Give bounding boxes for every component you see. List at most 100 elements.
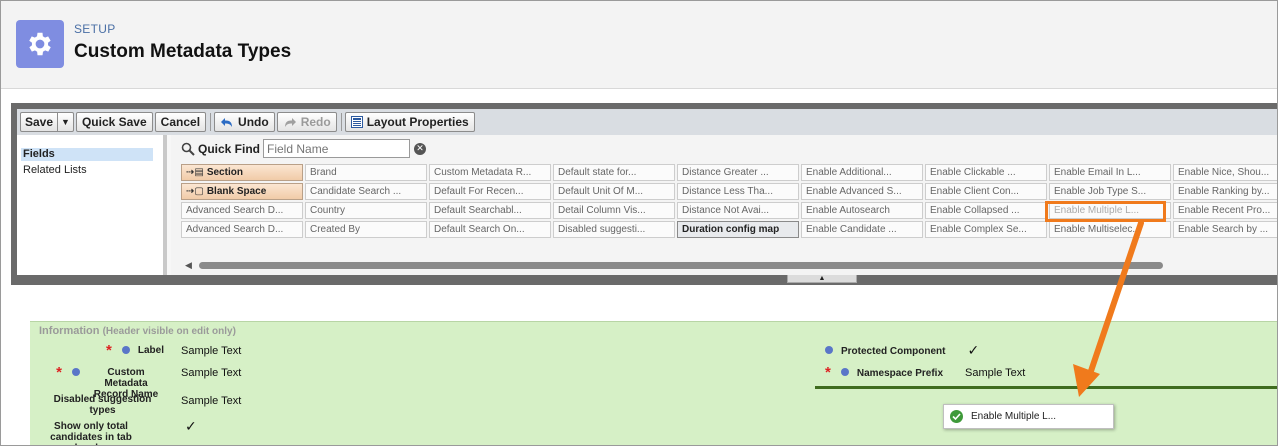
field-row-disabled-suggestion[interactable]: Disabled suggestion types Sample Text — [41, 394, 242, 416]
page-header: SETUP Custom Metadata Types — [1, 1, 1277, 89]
undo-icon — [220, 116, 234, 128]
annotation-highlight-box — [1045, 201, 1166, 222]
palette-field-item[interactable]: Default Unit Of M... — [553, 183, 675, 200]
palette-field-item[interactable]: Enable Ranking by... — [1173, 183, 1277, 200]
editor-toolbar: Save ▼ Quick Save Cancel Undo Redo Layou… — [17, 109, 1277, 135]
palette-field-item[interactable]: Enable Advanced S... — [801, 183, 923, 200]
page-frame: SETUP Custom Metadata Types Save ▼ Quick… — [0, 0, 1278, 446]
palette-field-item[interactable]: Enable Client Con... — [925, 183, 1047, 200]
quick-find: Quick Find ✕ — [181, 139, 427, 158]
save-dropdown-icon[interactable]: ▼ — [58, 113, 73, 131]
palette-field-item[interactable]: Enable Search by ... — [1173, 221, 1277, 238]
required-marker: * — [825, 364, 831, 381]
category-fields[interactable]: Fields — [21, 148, 153, 161]
dragged-field-label: Enable Multiple L... — [971, 411, 1057, 422]
palette-scrollbar[interactable]: ◀ — [185, 260, 1277, 271]
section-title: Information — [39, 325, 100, 337]
palette-field-item[interactable]: Country — [305, 202, 427, 219]
palette-field-item[interactable]: Enable Additional... — [801, 164, 923, 181]
palette-field-item[interactable]: Default Searchabl... — [429, 202, 551, 219]
required-marker: * — [106, 342, 112, 359]
palette-field-item[interactable]: Distance Greater ... — [677, 164, 799, 181]
required-marker: * — [56, 364, 62, 381]
palette-field-item[interactable]: Enable Nice, Shou... — [1173, 164, 1277, 181]
field-row-protected[interactable]: Protected Component ✓ — [825, 342, 980, 359]
palette-field-item[interactable]: Duration config map — [677, 221, 799, 238]
toolbar-separator — [340, 113, 342, 131]
cancel-button[interactable]: Cancel — [154, 112, 207, 132]
properties-icon — [350, 116, 363, 128]
field-row-label[interactable]: * Label Sample Text — [41, 342, 242, 359]
category-list: Fields Related Lists — [17, 135, 167, 275]
layout-properties-label: Layout Properties — [366, 115, 469, 129]
field-label-wrap: * Label — [41, 342, 164, 359]
field-value: Sample Text — [181, 395, 242, 407]
field-dot-icon — [840, 368, 849, 376]
field-label: Label — [137, 345, 164, 356]
clear-search-icon[interactable]: ✕ — [414, 142, 427, 155]
palette-field-item[interactable]: Enable Email In L... — [1049, 164, 1171, 181]
palette-field-item[interactable]: Enable Multiselec... — [1049, 221, 1171, 238]
palette-field-item[interactable]: Enable Clickable ... — [925, 164, 1047, 181]
toolbar-separator — [210, 113, 212, 131]
palette-field-item[interactable]: Default state for... — [553, 164, 675, 181]
save-button[interactable]: Save ▼ — [20, 112, 74, 132]
redo-label: Redo — [300, 115, 331, 129]
quick-find-input[interactable] — [263, 139, 411, 158]
palette-field-item[interactable]: ⇢▢ Blank Space — [181, 183, 303, 200]
palette-field-item[interactable]: Custom Metadata R... — [429, 164, 551, 181]
layout-properties-button[interactable]: Layout Properties — [344, 112, 475, 132]
field-value: Sample Text — [181, 367, 242, 379]
palette-field-item[interactable]: Enable Candidate ... — [801, 221, 923, 238]
palette-field-item[interactable]: Default Search On... — [429, 221, 551, 238]
palette-field-item[interactable]: Candidate Search ... — [305, 183, 427, 200]
category-related-lists[interactable]: Related Lists — [21, 164, 153, 177]
checkmark-icon: ✓ — [185, 418, 197, 434]
field-value: Sample Text — [965, 367, 1026, 379]
redo-button[interactable]: Redo — [276, 112, 337, 132]
dragged-field-item[interactable]: Enable Multiple L... — [943, 404, 1114, 429]
page-title: Custom Metadata Types — [74, 41, 292, 62]
field-dot-icon — [72, 368, 80, 376]
field-label: Disabled suggestion types — [53, 394, 152, 416]
section-icon: ⇢▤ — [186, 167, 204, 178]
palette-field-label: Blank Space — [206, 186, 267, 197]
field-row-namespace[interactable]: * Namespace Prefix Sample Text — [825, 364, 1026, 381]
field-dot-icon — [825, 346, 833, 354]
checkmark-icon: ✓ — [967, 342, 980, 358]
quick-save-button[interactable]: Quick Save — [75, 112, 153, 132]
scrollbar-thumb[interactable] — [199, 262, 1163, 269]
blank-space-icon: ⇢▢ — [186, 186, 204, 197]
palette-field-item[interactable]: ⇢▤ Section — [181, 164, 303, 181]
field-row-show-total[interactable]: Show only total candidates in tab header… — [37, 418, 197, 445]
palette-field-item[interactable]: Brand — [305, 164, 427, 181]
palette-field-item[interactable]: Enable Recent Pro... — [1173, 202, 1277, 219]
field-dot-icon — [121, 346, 130, 354]
save-button-label[interactable]: Save — [21, 113, 59, 131]
section-header: Information (Header visible on edit only… — [39, 325, 236, 337]
field-value: Sample Text — [181, 345, 242, 357]
palette-field-item[interactable]: Enable Job Type S... — [1049, 183, 1171, 200]
palette-field-item[interactable]: Advanced Search D... — [181, 202, 303, 219]
palette-field-item[interactable]: Enable Collapsed ... — [925, 202, 1047, 219]
field-label: Namespace Prefix — [856, 368, 944, 379]
field-label-wrap: * Namespace Prefix — [825, 364, 944, 381]
palette-field-item[interactable]: Advanced Search D... — [181, 221, 303, 238]
palette-field-item[interactable]: Distance Less Tha... — [677, 183, 799, 200]
palette-field-item[interactable]: Disabled suggesti... — [553, 221, 675, 238]
undo-button[interactable]: Undo — [214, 112, 275, 132]
layout-editor: Save ▼ Quick Save Cancel Undo Redo Layou… — [11, 103, 1277, 285]
drop-target-indicator — [815, 386, 1277, 389]
field-label: Protected Component — [841, 346, 946, 357]
setup-gear-icon — [16, 20, 64, 68]
scroll-left-icon[interactable]: ◀ — [185, 260, 192, 271]
breadcrumb-setup[interactable]: SETUP — [74, 22, 116, 36]
palette-field-item[interactable]: Detail Column Vis... — [553, 202, 675, 219]
palette-field-item[interactable]: Enable Complex Se... — [925, 221, 1047, 238]
palette-field-item[interactable]: Enable Autosearch — [801, 202, 923, 219]
quick-find-label: Quick Find — [198, 141, 261, 156]
palette-field-item[interactable]: Distance Not Avai... — [677, 202, 799, 219]
palette-field-item[interactable]: Default For Recen... — [429, 183, 551, 200]
collapse-palette-handle[interactable]: ▲ — [787, 275, 857, 283]
palette-field-item[interactable]: Created By — [305, 221, 427, 238]
